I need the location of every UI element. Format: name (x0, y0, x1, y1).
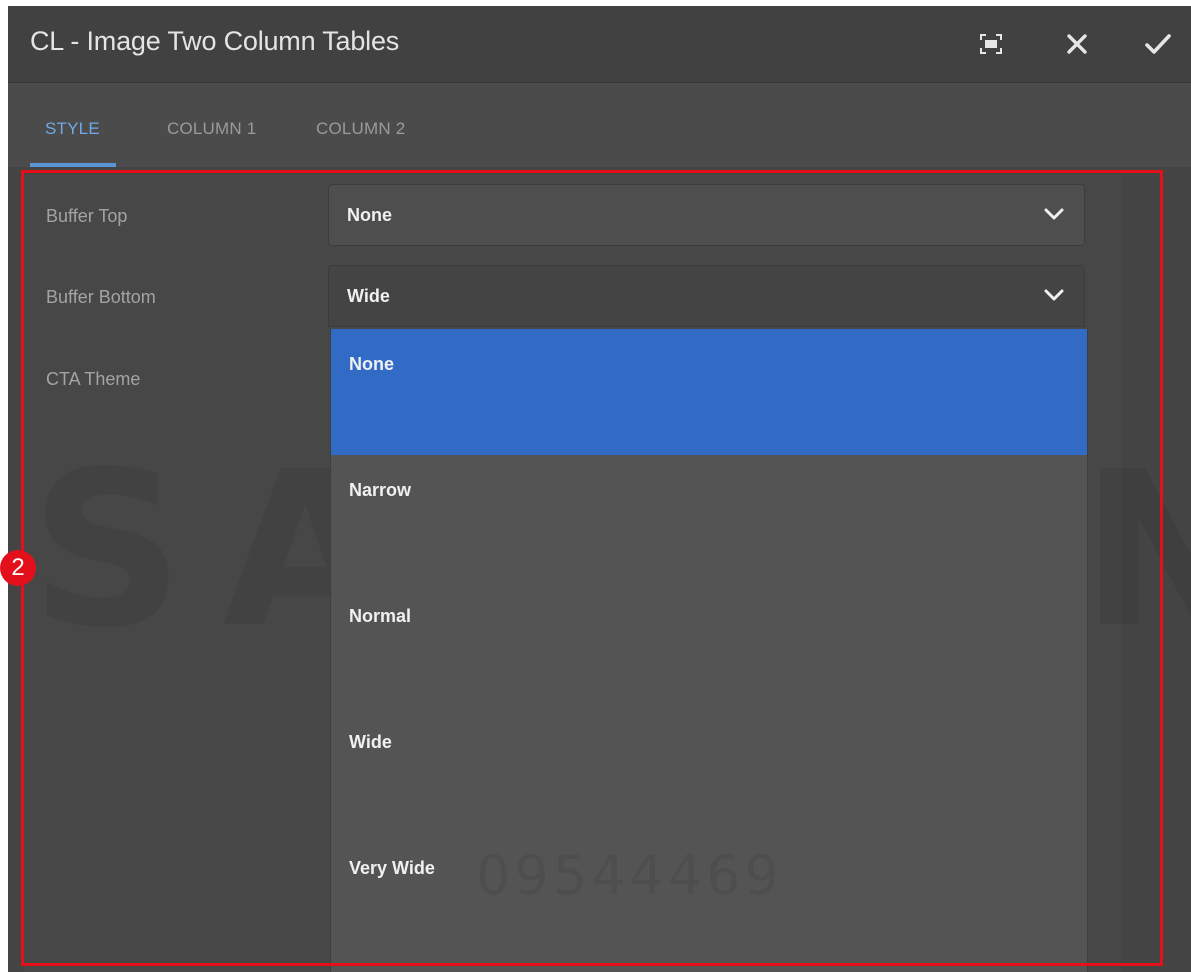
dropdown-option-label: Normal (349, 606, 412, 626)
chevron-down-icon (1044, 207, 1064, 226)
close-icon (1066, 33, 1088, 55)
dropdown-option-none[interactable]: None (331, 329, 1087, 455)
fullscreen-button[interactable] (971, 24, 1011, 64)
chevron-down-icon (1044, 288, 1064, 307)
tab-column-1[interactable]: COLUMN 1 (167, 119, 256, 139)
close-button[interactable] (1057, 24, 1097, 64)
dialog: CL - Image Two Column Tables STYLE COLUM… (8, 6, 1191, 972)
dialog-titlebar: CL - Image Two Column Tables (8, 6, 1191, 83)
dropdown-option-narrow[interactable]: Narrow (331, 455, 1087, 581)
fullscreen-icon (979, 33, 1003, 55)
dropdown-option-wide[interactable]: Wide (331, 707, 1087, 833)
dropdown-option-very-wide[interactable]: Very Wide (331, 833, 1087, 959)
dialog-title: CL - Image Two Column Tables (30, 26, 400, 56)
buffer-top-label: Buffer Top (46, 206, 128, 226)
tab-column-2[interactable]: COLUMN 2 (316, 119, 405, 139)
dropdown-option-label: Wide (349, 732, 392, 752)
tab-bar: STYLE COLUMN 1 COLUMN 2 (8, 83, 1191, 167)
confirm-button[interactable] (1138, 24, 1178, 64)
dropdown-option-label: Narrow (349, 480, 412, 500)
buffer-top-select[interactable]: None (328, 184, 1085, 246)
buffer-bottom-dropdown-list: None Narrow Normal Wide Very Wide (330, 329, 1088, 972)
buffer-bottom-label: Buffer Bottom (46, 287, 156, 307)
buffer-bottom-select[interactable]: Wide (328, 265, 1085, 327)
dropdown-option-normal[interactable]: Normal (331, 581, 1087, 707)
tab-style[interactable]: STYLE (45, 119, 100, 139)
dropdown-option-label: None (349, 354, 394, 374)
dropdown-option-label: Very Wide (349, 858, 435, 878)
buffer-bottom-value: Wide (347, 286, 390, 306)
buffer-top-value: None (347, 205, 392, 225)
checkmark-icon (1145, 33, 1171, 55)
cta-theme-label: CTA Theme (46, 369, 141, 389)
annotation-step-badge: 2 (0, 550, 36, 586)
